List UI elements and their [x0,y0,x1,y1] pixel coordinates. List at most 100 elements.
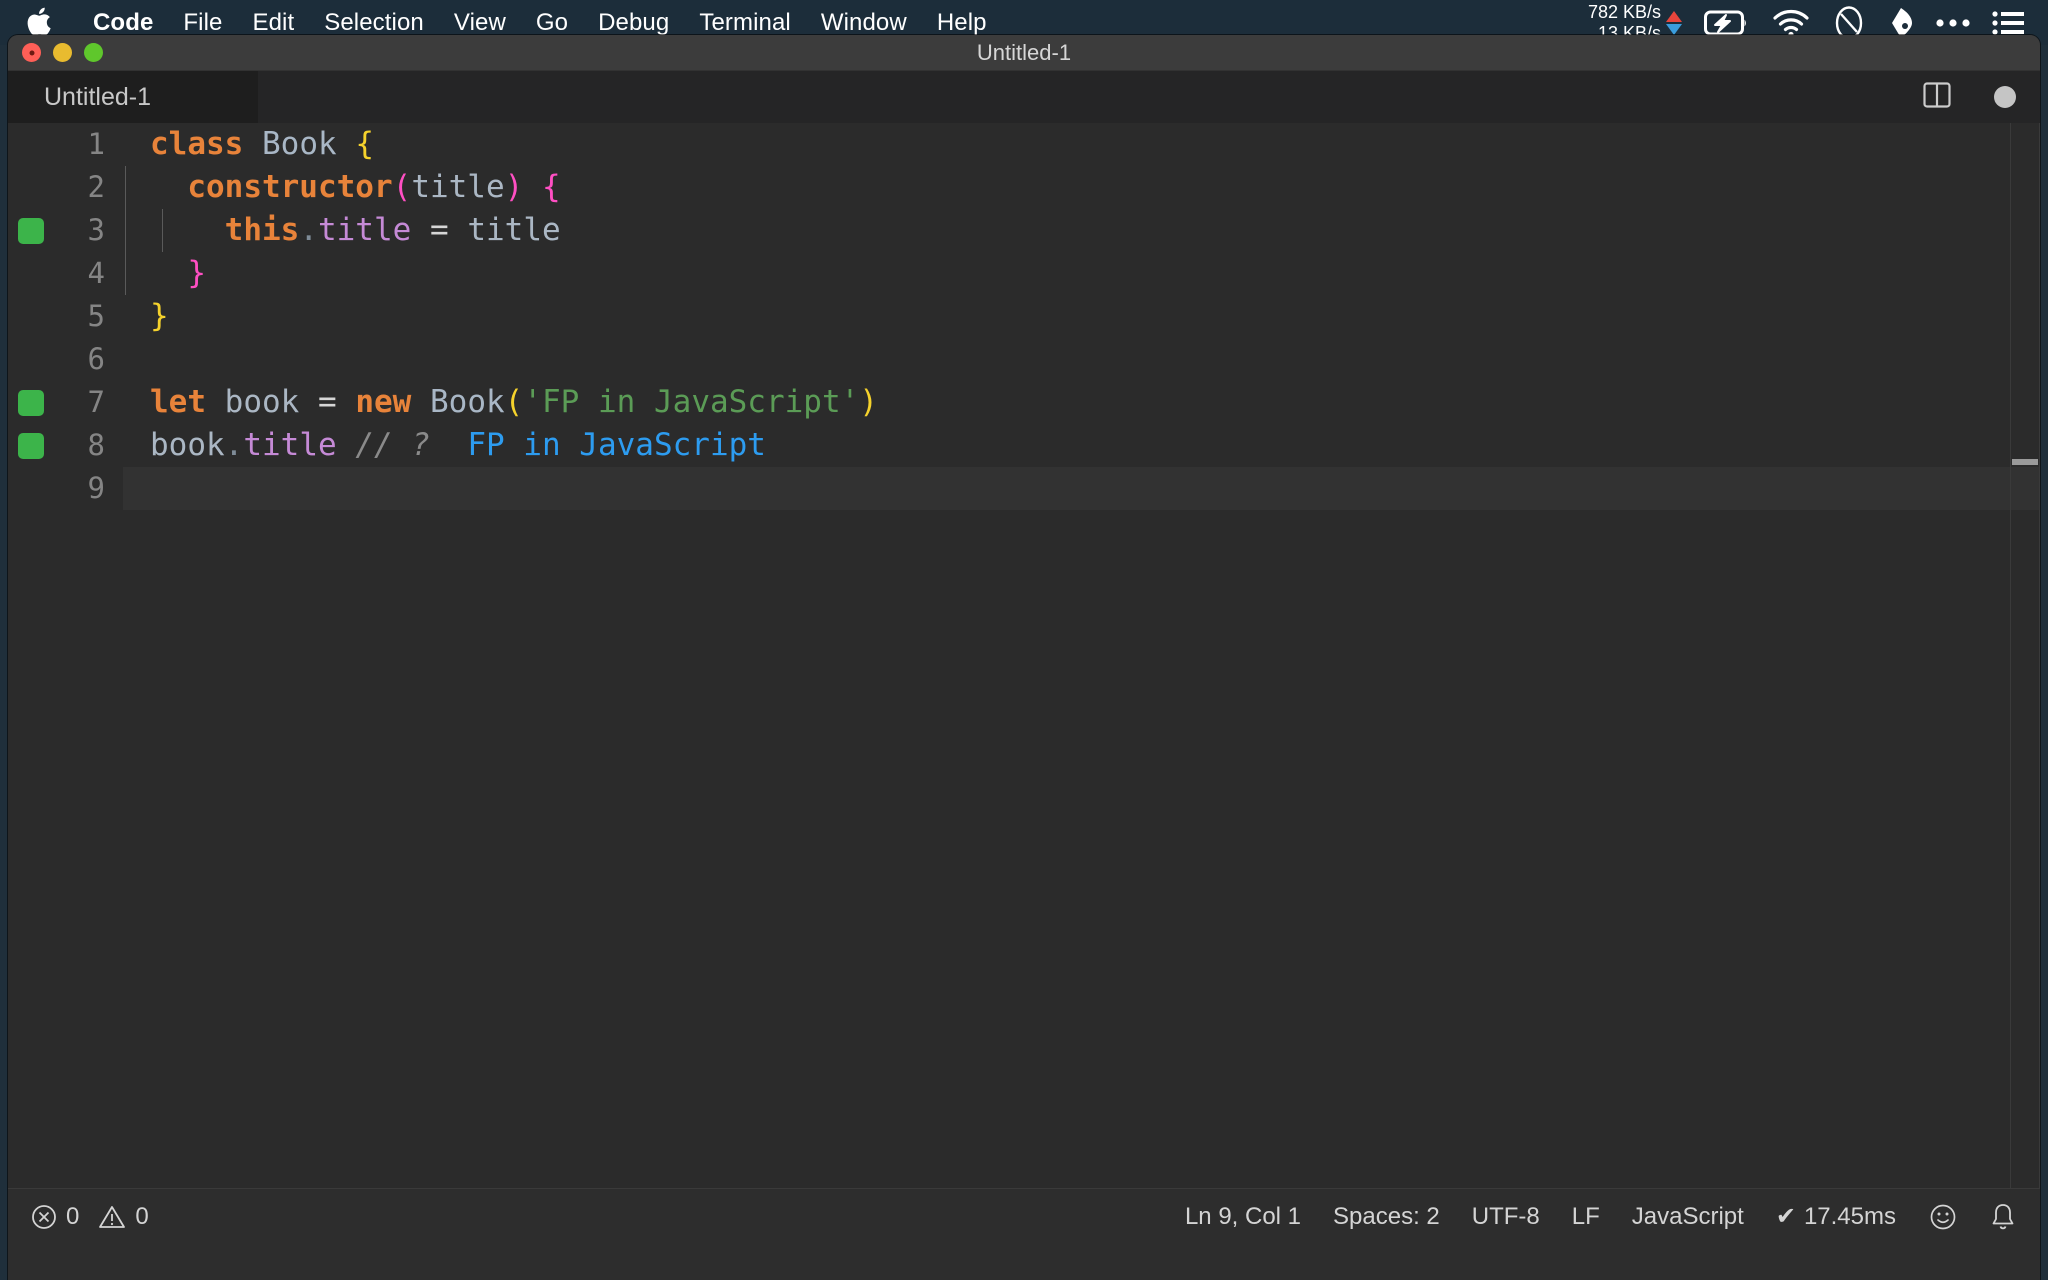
line-gutter[interactable]: 6 [8,338,123,381]
notifications-bell-icon[interactable] [1990,1202,2016,1232]
code-token: Book [262,126,337,162]
indent-guide [162,209,163,252]
problems-status[interactable]: 0 0 [30,1203,149,1231]
battery-charging-icon[interactable] [1704,8,1750,38]
cursor-position[interactable]: Ln 9, Col 1 [1185,1203,1301,1231]
code-line[interactable]: 7 let book = new Book('FP in JavaScript') [8,381,2040,424]
code-line[interactable]: 8 book.title // ? FP in JavaScript [8,424,2040,467]
unsaved-dot-indicator[interactable] [1994,86,2016,108]
tab-label: Untitled-1 [44,83,151,112]
code-line[interactable]: 6 [8,338,2040,381]
code-token [430,427,467,463]
code-token: FP in JavaScript [467,427,766,463]
code-token: title [467,212,560,248]
line-content[interactable]: this.title = title [123,209,2040,252]
code-token: this [225,212,300,248]
code-token: ( [393,169,412,205]
code-token: // ? [355,427,430,463]
code-token [411,384,430,420]
apple-logo-icon[interactable] [26,8,52,38]
wifi-icon[interactable] [1772,8,1810,38]
indentation-setting[interactable]: Spaces: 2 [1333,1203,1440,1231]
line-content[interactable]: constructor(title) { [123,166,2040,209]
code-token: ( [505,384,524,420]
line-number: 8 [88,424,105,467]
line-number: 7 [88,381,105,424]
code-lines[interactable]: 1class Book {2 constructor(title) {3 thi… [8,123,2040,510]
line-content[interactable] [123,338,2040,381]
line-gutter[interactable]: 5 [8,295,123,338]
line-content[interactable]: book.title // ? FP in JavaScript [123,424,2040,467]
code-token [243,126,262,162]
code-line[interactable]: 5} [8,295,2040,338]
split-editor-icon[interactable] [1922,80,1952,115]
maximize-button[interactable] [84,43,103,62]
minimize-button[interactable] [53,43,72,62]
code-token: book [225,384,300,420]
code-line[interactable]: 2 constructor(title) { [8,166,2040,209]
code-line[interactable]: 9 [8,467,2040,510]
quokka-coverage-marker [18,218,44,244]
quokka-run-status[interactable]: ✔ 17.45ms [1776,1202,1896,1231]
code-line[interactable]: 4 } [8,252,2040,295]
code-token: class [150,126,243,162]
code-token: } [150,298,169,334]
control-center-icon[interactable] [1992,10,2024,36]
line-gutter[interactable]: 8 [8,424,123,467]
warnings-count: 0 [135,1203,148,1231]
tab-untitled-1[interactable]: Untitled-1 [8,71,258,123]
code-token [150,255,187,291]
quokka-coverage-marker [18,433,44,459]
run-time: 17.45ms [1804,1203,1896,1231]
code-line[interactable]: 3 this.title = title [8,209,2040,252]
network-arrows [1666,11,1682,35]
code-editor[interactable]: 1class Book {2 constructor(title) {3 thi… [8,123,2040,1188]
line-number: 2 [88,166,105,209]
line-content[interactable]: let book = new Book('FP in JavaScript') [123,381,2040,424]
close-button[interactable] [22,43,41,62]
line-gutter[interactable]: 1 [8,123,123,166]
status-bar-left: 0 0 [30,1203,149,1231]
line-gutter[interactable]: 2 [8,166,123,209]
code-token: book [150,427,225,463]
status-bar-right: Ln 9, Col 1 Spaces: 2 UTF-8 LF JavaScrip… [1185,1202,2016,1232]
line-number: 6 [88,338,105,381]
code-line[interactable]: 1 class Book { [8,123,2040,166]
line-gutter[interactable]: 4 [8,252,123,295]
upload-arrow-icon [1666,11,1682,22]
download-arrow-icon [1666,24,1682,35]
code-token: { [355,126,374,162]
code-token [523,169,542,205]
ellipsis-icon[interactable] [1936,18,1970,28]
code-token: title [318,212,411,248]
code-token: constructor [187,169,392,205]
code-token: = [430,212,449,248]
code-token [299,384,318,420]
vscode-window: Untitled-1 Untitled-1 1class Book {2 con… [8,35,2040,1280]
indent-guide [125,252,126,295]
code-token: ) [505,169,524,205]
window-title-bar: Untitled-1 [8,35,2040,71]
encoding-setting[interactable]: UTF-8 [1472,1203,1540,1231]
code-token [337,427,356,463]
scrollbar-thumb[interactable] [2012,459,2038,465]
language-mode[interactable]: JavaScript [1632,1203,1744,1231]
run-status-check-icon: ✔ [1776,1202,1796,1231]
line-gutter[interactable]: 3 [8,209,123,252]
line-content[interactable]: class Book { [123,123,2040,166]
line-content[interactable]: } [123,295,2040,338]
eol-setting[interactable]: LF [1572,1203,1600,1231]
line-gutter[interactable]: 9 [8,467,123,510]
code-token: = [318,384,337,420]
editor-tab-bar: Untitled-1 [8,71,2040,123]
code-token [449,212,468,248]
line-gutter[interactable]: 7 [8,381,123,424]
editor-overview-ruler[interactable] [2010,123,2040,1188]
code-token: } [187,255,206,291]
line-number: 1 [88,123,105,166]
line-content[interactable]: } [123,252,2040,295]
line-content[interactable] [123,467,2040,510]
line-number: 4 [88,252,105,295]
feedback-smiley-icon[interactable] [1928,1202,1958,1232]
quokka-coverage-marker [18,390,44,416]
